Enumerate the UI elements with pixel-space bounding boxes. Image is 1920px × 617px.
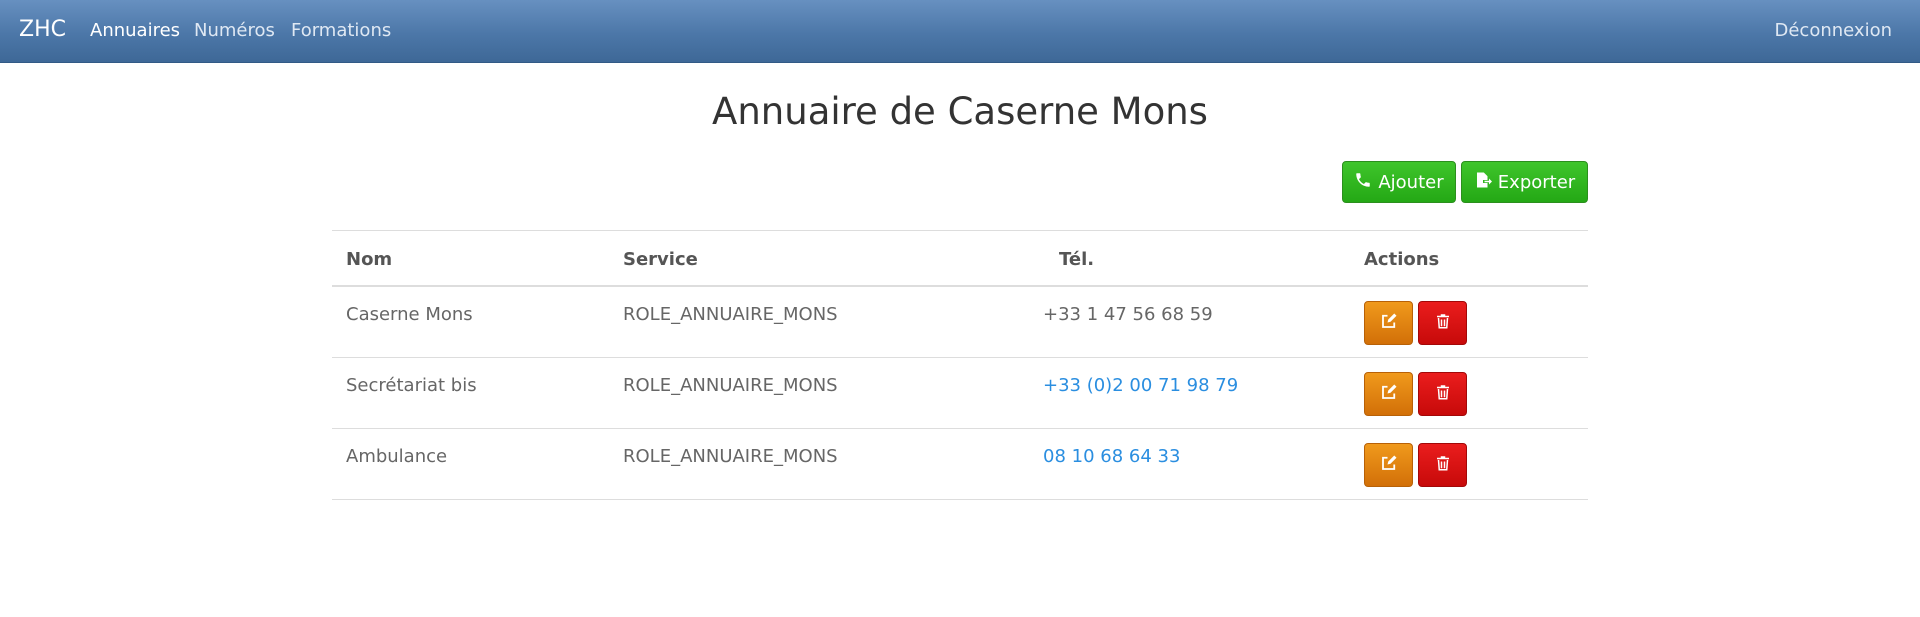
- column-header-actions: Actions: [1364, 249, 1440, 270]
- edit-icon: [1380, 383, 1398, 405]
- cell-tel-link[interactable]: +33 (0)2 00 71 98 79: [1043, 375, 1238, 396]
- phone-icon: [1354, 171, 1372, 194]
- cell-tel-link[interactable]: 08 10 68 64 33: [1043, 446, 1180, 467]
- cell-nom: Ambulance: [346, 446, 448, 467]
- nav-item-formations[interactable]: Formations: [291, 20, 391, 41]
- cell-nom: Caserne Mons: [346, 304, 473, 325]
- table-row: Ambulance ROLE_ANNUAIRE_MONS 08 10 68 64…: [332, 429, 1588, 500]
- edit-icon: [1380, 312, 1398, 334]
- cell-tel: +33 1 47 56 68 59: [1043, 304, 1213, 325]
- column-header-nom[interactable]: Nom: [346, 249, 392, 270]
- column-header-service[interactable]: Service: [623, 249, 698, 270]
- top-navbar: ZHC Annuaires Numéros Formations Déconne…: [0, 0, 1920, 63]
- add-button-label: Ajouter: [1378, 171, 1444, 193]
- column-header-tel[interactable]: Tél.: [1059, 249, 1094, 270]
- cell-service: ROLE_ANNUAIRE_MONS: [623, 304, 838, 325]
- cell-nom: Secrétariat bis: [346, 375, 477, 396]
- edit-button[interactable]: [1364, 372, 1413, 416]
- delete-button[interactable]: [1418, 443, 1467, 487]
- delete-button[interactable]: [1418, 372, 1467, 416]
- nav-item-annuaires[interactable]: Annuaires: [90, 20, 180, 41]
- cell-service: ROLE_ANNUAIRE_MONS: [623, 375, 838, 396]
- cell-service: ROLE_ANNUAIRE_MONS: [623, 446, 838, 467]
- page-title: Annuaire de Caserne Mons: [712, 90, 1208, 133]
- delete-button[interactable]: [1418, 301, 1467, 345]
- edit-button[interactable]: [1364, 301, 1413, 345]
- edit-button[interactable]: [1364, 443, 1413, 487]
- logout-link[interactable]: Déconnexion: [1775, 20, 1893, 41]
- table-row: Caserne Mons ROLE_ANNUAIRE_MONS +33 1 47…: [332, 287, 1588, 358]
- trash-icon: [1434, 454, 1452, 476]
- trash-icon: [1434, 383, 1452, 405]
- table-header-row: Nom Service Tél. Actions: [332, 230, 1588, 287]
- export-button-label: Exporter: [1497, 171, 1576, 193]
- edit-icon: [1380, 454, 1398, 476]
- file-export-icon: [1474, 171, 1492, 194]
- trash-icon: [1434, 312, 1452, 334]
- add-button[interactable]: Ajouter: [1342, 161, 1456, 203]
- export-button[interactable]: Exporter: [1461, 161, 1588, 203]
- table-row: Secrétariat bis ROLE_ANNUAIRE_MONS +33 (…: [332, 358, 1588, 429]
- brand-logo[interactable]: ZHC: [19, 17, 66, 42]
- nav-item-numeros[interactable]: Numéros: [194, 20, 275, 41]
